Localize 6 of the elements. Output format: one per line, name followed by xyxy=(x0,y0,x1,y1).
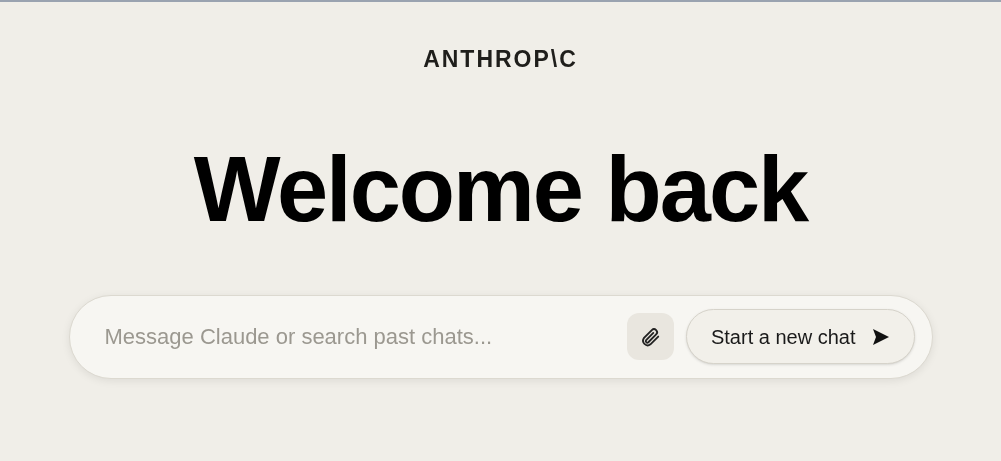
message-field[interactable]: Message Claude or search past chats... xyxy=(104,320,619,353)
send-icon xyxy=(871,327,890,346)
start-chat-button[interactable]: Start a new chat xyxy=(685,309,915,364)
welcome-heading: Welcome back xyxy=(193,138,808,239)
logo: ANTHROP\C xyxy=(423,45,578,74)
attach-button[interactable] xyxy=(626,313,674,360)
